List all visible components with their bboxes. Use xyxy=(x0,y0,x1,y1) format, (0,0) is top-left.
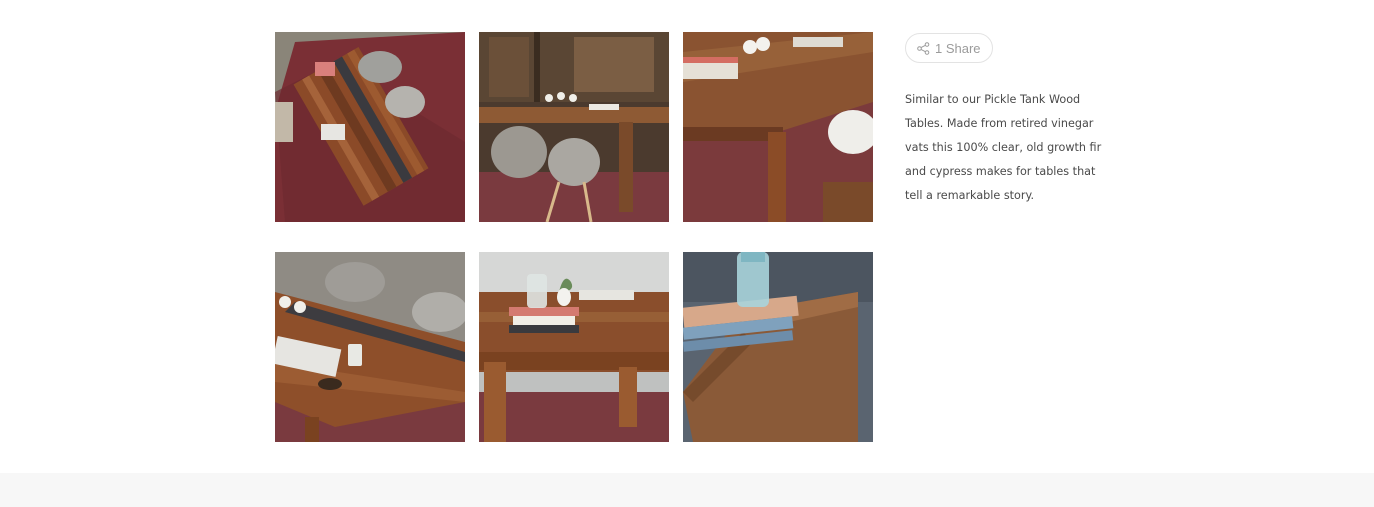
share-button[interactable]: 1 Share xyxy=(905,33,993,63)
table-photo-image xyxy=(479,32,669,222)
table-photo-image xyxy=(479,252,669,442)
gallery-image-2[interactable] xyxy=(479,32,669,222)
share-count-label: 1 Share xyxy=(935,40,981,56)
gallery-image-3[interactable] xyxy=(683,32,873,222)
footer-band xyxy=(0,473,1374,507)
share-icon xyxy=(917,41,930,55)
product-description: Similar to our Pickle Tank Wood Tables. … xyxy=(905,93,1102,202)
image-gallery xyxy=(275,32,873,442)
gallery-image-5[interactable] xyxy=(479,252,669,442)
gallery-image-6[interactable] xyxy=(683,252,873,442)
table-photo-image xyxy=(275,252,465,442)
table-photo-image xyxy=(275,32,465,222)
table-photo-image xyxy=(683,32,873,222)
table-photo-image xyxy=(683,252,873,442)
gallery-image-4[interactable] xyxy=(275,252,465,442)
gallery-image-1[interactable] xyxy=(275,32,465,222)
